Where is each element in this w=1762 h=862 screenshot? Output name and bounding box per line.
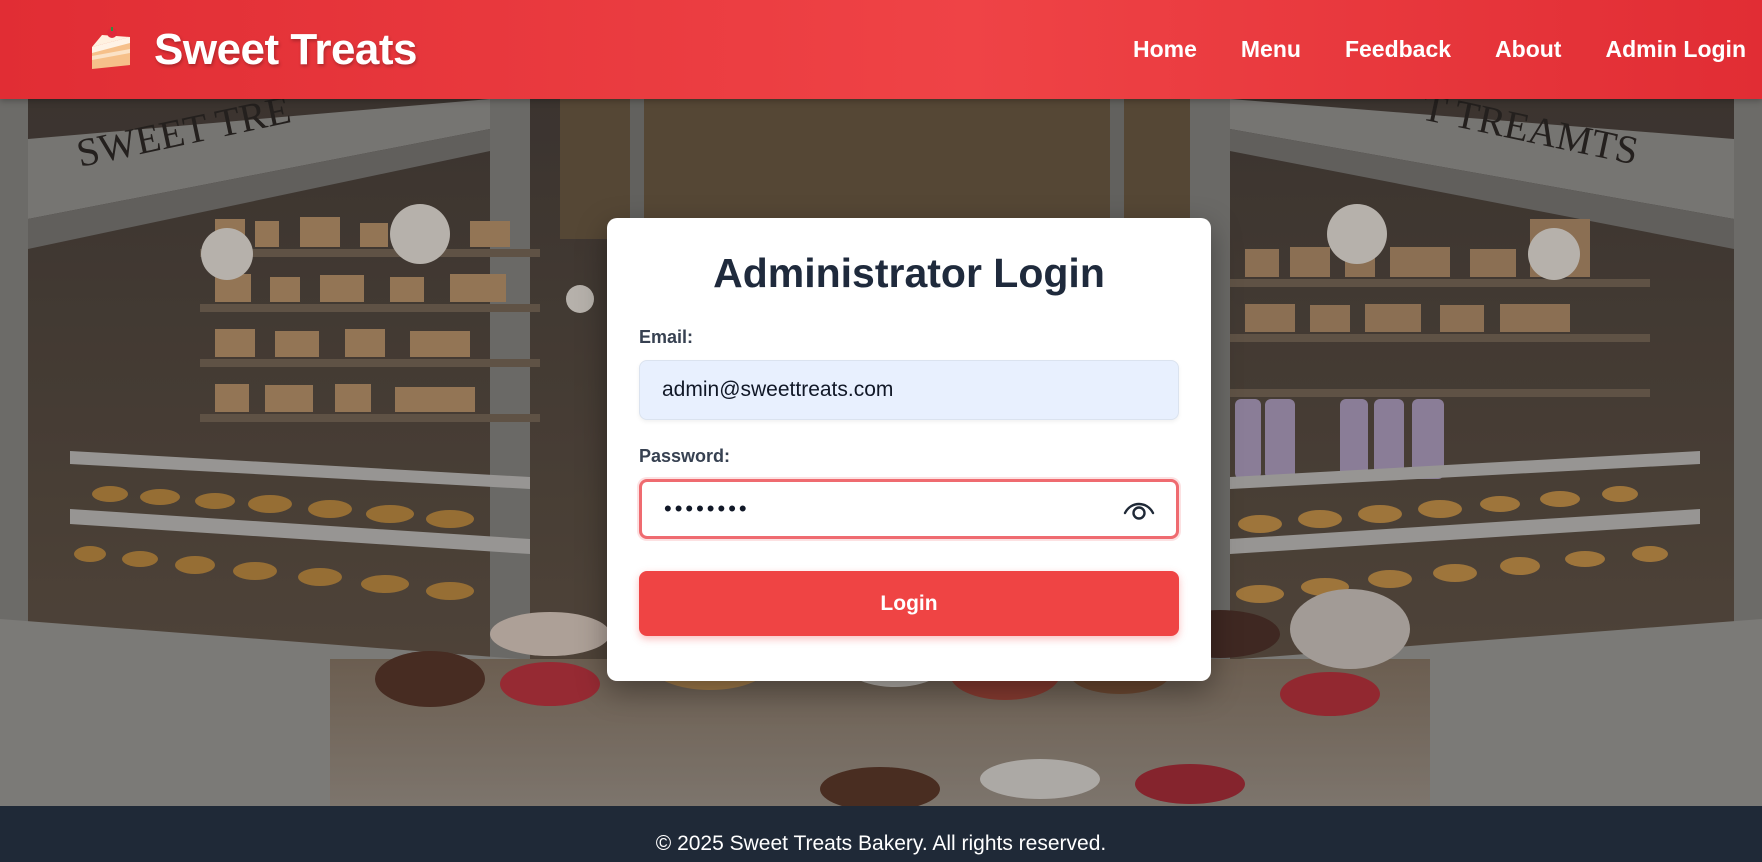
email-label: Email: bbox=[639, 327, 694, 347]
nav-about[interactable]: About bbox=[1495, 36, 1561, 63]
admin-login-card: Administrator Login Email: Password: Log… bbox=[607, 218, 1211, 681]
footer-copyright: © 2025 Sweet Treats Bakery. All rights r… bbox=[655, 832, 1107, 855]
nav-admin-login[interactable]: Admin Login bbox=[1605, 36, 1746, 63]
email-field-wrap bbox=[639, 360, 1179, 420]
nav-home[interactable]: Home bbox=[1133, 36, 1197, 63]
password-label: Password: bbox=[639, 446, 731, 466]
brand-name: Sweet Treats bbox=[154, 24, 418, 74]
brand[interactable]: Sweet Treats bbox=[86, 24, 418, 75]
login-button[interactable]: Login bbox=[639, 571, 1179, 636]
main-nav: Home Menu Feedback About Admin Login bbox=[1133, 36, 1746, 63]
email-field[interactable] bbox=[639, 360, 1179, 420]
password-field-wrap bbox=[639, 479, 1179, 539]
password-field[interactable] bbox=[639, 479, 1179, 539]
site-header: Sweet Treats Home Menu Feedback About Ad… bbox=[0, 0, 1762, 99]
login-title: Administrator Login bbox=[713, 250, 1105, 296]
site-footer: © 2025 Sweet Treats Bakery. All rights r… bbox=[0, 806, 1762, 862]
nav-menu[interactable]: Menu bbox=[1241, 36, 1301, 63]
nav-feedback[interactable]: Feedback bbox=[1345, 36, 1451, 63]
eye-icon[interactable] bbox=[1123, 497, 1155, 523]
cake-slice-icon bbox=[92, 26, 130, 69]
